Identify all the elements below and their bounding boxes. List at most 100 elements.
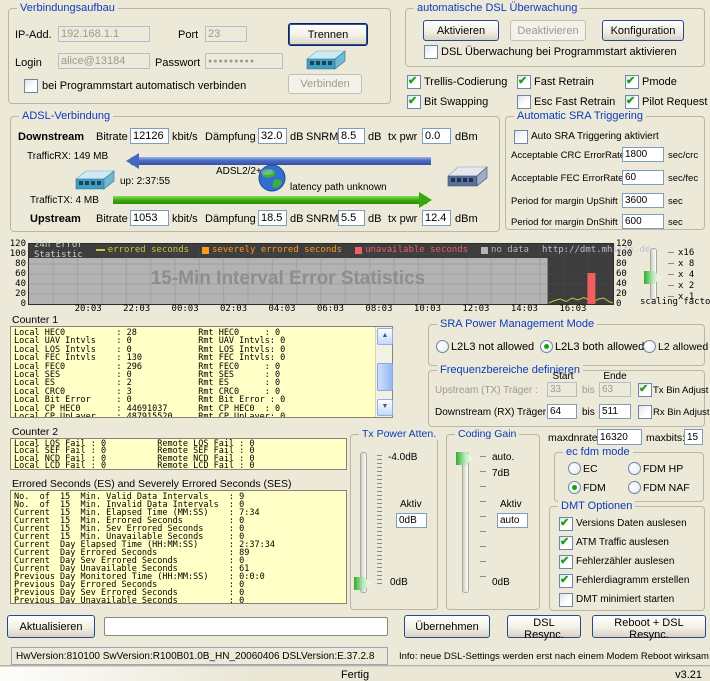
maxbits-input[interactable] xyxy=(684,429,703,445)
latency-label: latency path unknown xyxy=(290,182,387,193)
maxbits-label: maxbits: xyxy=(646,432,686,444)
bitrate-label: Bitrate xyxy=(96,131,128,143)
esc-fast-retrain-checkbox[interactable] xyxy=(517,95,531,109)
dsl-resync-button[interactable]: DSL Resync. xyxy=(507,615,581,641)
coding-gain-aktiv-input[interactable] xyxy=(497,513,528,528)
l2l3-not-allowed-radio[interactable] xyxy=(436,340,449,353)
fehlerdiagramm-checkbox[interactable] xyxy=(559,573,573,588)
scaling-slider-thumb[interactable] xyxy=(644,271,661,284)
up-daempfung-input[interactable] xyxy=(258,210,287,226)
group-title: DMT Optionen xyxy=(558,500,636,512)
dnshift-input[interactable] xyxy=(622,214,664,229)
dmt-minimiert-label: DMT minimiert starten xyxy=(576,594,675,605)
l2-allowed-radio[interactable] xyxy=(643,340,656,353)
down-bitrate-input[interactable] xyxy=(130,128,169,144)
tx-atten-slider-track[interactable] xyxy=(360,452,367,593)
trellis-checkbox[interactable] xyxy=(407,74,421,89)
x-tick-label: 08:03 xyxy=(365,304,393,314)
upstream-label: Upstream xyxy=(30,213,81,225)
group-title: Verbindungsaufbau xyxy=(17,2,118,14)
versions-daten-checkbox[interactable] xyxy=(559,516,573,531)
down-traeger-start-input[interactable] xyxy=(547,404,577,419)
x-tick-label: 20:03 xyxy=(74,304,102,314)
upshift-unit: sec xyxy=(668,196,683,207)
konfiguration-button[interactable]: Konfiguration xyxy=(602,20,684,41)
upstream-arrow xyxy=(113,192,432,208)
auto-sra-checkbox[interactable] xyxy=(514,130,528,144)
fast-retrain-checkbox[interactable] xyxy=(517,74,531,89)
group-title: ec fdm mode xyxy=(563,446,633,458)
rx-bin-adjust-checkbox[interactable] xyxy=(638,405,652,419)
down-txpwr-input[interactable] xyxy=(422,128,451,144)
coding-gain-slider-track[interactable] xyxy=(462,452,469,593)
counter1-label: Counter 1 xyxy=(12,314,59,326)
reboot-dsl-resync-button[interactable]: Reboot + DSL Resync. xyxy=(592,615,706,641)
x-tick-label: 22:03 xyxy=(123,304,151,314)
scaling-factor-label: scaling factor xyxy=(640,297,710,307)
ec-radio[interactable] xyxy=(568,462,581,475)
x-tick-label: 04:03 xyxy=(268,304,296,314)
crc-errorrate-label: Acceptable CRC ErrorRate xyxy=(511,150,626,161)
up-bitrate-input[interactable] xyxy=(130,210,169,226)
aktualisieren-button[interactable]: Aktualisieren xyxy=(7,615,95,638)
x-tick-label: 02:03 xyxy=(220,304,248,314)
adsl-mode-label: ADSL2/2+ xyxy=(216,166,262,177)
dmt-minimiert-checkbox[interactable] xyxy=(559,593,573,607)
group-title: automatische DSL Überwachung xyxy=(414,2,581,14)
bit-swapping-checkbox[interactable] xyxy=(407,94,421,109)
chart-title: 24h Error Statistic xyxy=(34,240,83,260)
downstream-label: Downstream xyxy=(18,131,85,143)
counter1-scrollbar[interactable]: ▲ ▼ xyxy=(375,327,393,417)
l2l3-both-allowed-radio[interactable] xyxy=(540,340,553,353)
fdm-radio[interactable] xyxy=(568,481,581,494)
version-info: HwVersion:810100 SwVersion:R100B01.0B_HN… xyxy=(11,647,388,665)
up-snrm-input[interactable] xyxy=(338,210,365,226)
upshift-label: Period for margin UpShift xyxy=(511,196,618,207)
down-snrm-input[interactable] xyxy=(338,128,365,144)
scrollbar-thumb[interactable] xyxy=(377,363,393,391)
db-unit: dB xyxy=(368,213,382,225)
up-txpwr-input[interactable] xyxy=(422,210,451,226)
fdm-label: FDM xyxy=(583,482,606,494)
atm-traffic-checkbox[interactable] xyxy=(559,535,573,550)
upstream-traeger-label: Upstream (TX) Träger : xyxy=(435,385,538,396)
daempfung-label: Dämpfung xyxy=(205,131,256,143)
fec-errorrate-input[interactable] xyxy=(622,170,664,185)
svg-text:15-Min Interval Error Statisti: 15-Min Interval Error Statistics xyxy=(151,268,426,289)
rx-bin-adjust-label: Rx Bin Adjust xyxy=(653,407,710,418)
trennen-button[interactable]: Trennen xyxy=(288,23,368,46)
tx-atten-aktiv-input[interactable] xyxy=(396,513,427,528)
crc-errorrate-input[interactable] xyxy=(622,147,664,162)
passwort-input xyxy=(205,53,283,69)
upshift-input[interactable] xyxy=(622,193,664,208)
ueberwachung-autostart-checkbox[interactable] xyxy=(424,45,438,59)
aktivieren-button[interactable]: Aktivieren xyxy=(423,20,499,41)
down-daempfung-input[interactable] xyxy=(258,128,287,144)
snrm-label: SNRM xyxy=(306,131,339,143)
down-traeger-ende-input[interactable] xyxy=(599,404,631,419)
legend-item: unavailable seconds xyxy=(355,245,468,255)
tx-bin-adjust-checkbox[interactable] xyxy=(638,382,652,397)
counter1-textarea[interactable]: Local HEC0 : 28 Rmt HEC0 : 0 Local UAV I… xyxy=(10,326,393,418)
ec-label: EC xyxy=(583,463,598,475)
fehlerzaehler-checkbox[interactable] xyxy=(559,554,573,569)
dbm-unit: dBm xyxy=(455,131,478,143)
pmode-checkbox[interactable] xyxy=(625,74,639,89)
pilot-request-checkbox[interactable] xyxy=(625,94,639,109)
uebernehmen-button[interactable]: Übernehmen xyxy=(404,615,490,638)
pmode-label: Pmode xyxy=(642,76,677,88)
autoconnect-checkbox[interactable] xyxy=(24,79,38,93)
tx-atten-min-label: 0dB xyxy=(390,577,408,588)
x-tick-label: 14:03 xyxy=(510,304,538,314)
scaling-option: x 2 xyxy=(668,280,694,291)
port-input xyxy=(205,26,247,42)
counter2-textarea[interactable]: Local LOS Fail : 0 Remote LOS Fail : 0 L… xyxy=(10,438,347,470)
maxdnrate-input[interactable] xyxy=(597,429,642,445)
fdm-hp-radio[interactable] xyxy=(628,462,641,475)
legend-item: severely errored seconds xyxy=(202,245,342,255)
scroll-down-button[interactable]: ▼ xyxy=(377,399,393,416)
es-ses-textarea[interactable]: No. of 15 Min. Valid Data Intervals : 9 … xyxy=(10,490,347,604)
fdm-naf-radio[interactable] xyxy=(628,481,641,494)
scroll-up-button[interactable]: ▲ xyxy=(377,328,393,345)
x-tick-label: 12:03 xyxy=(462,304,490,314)
